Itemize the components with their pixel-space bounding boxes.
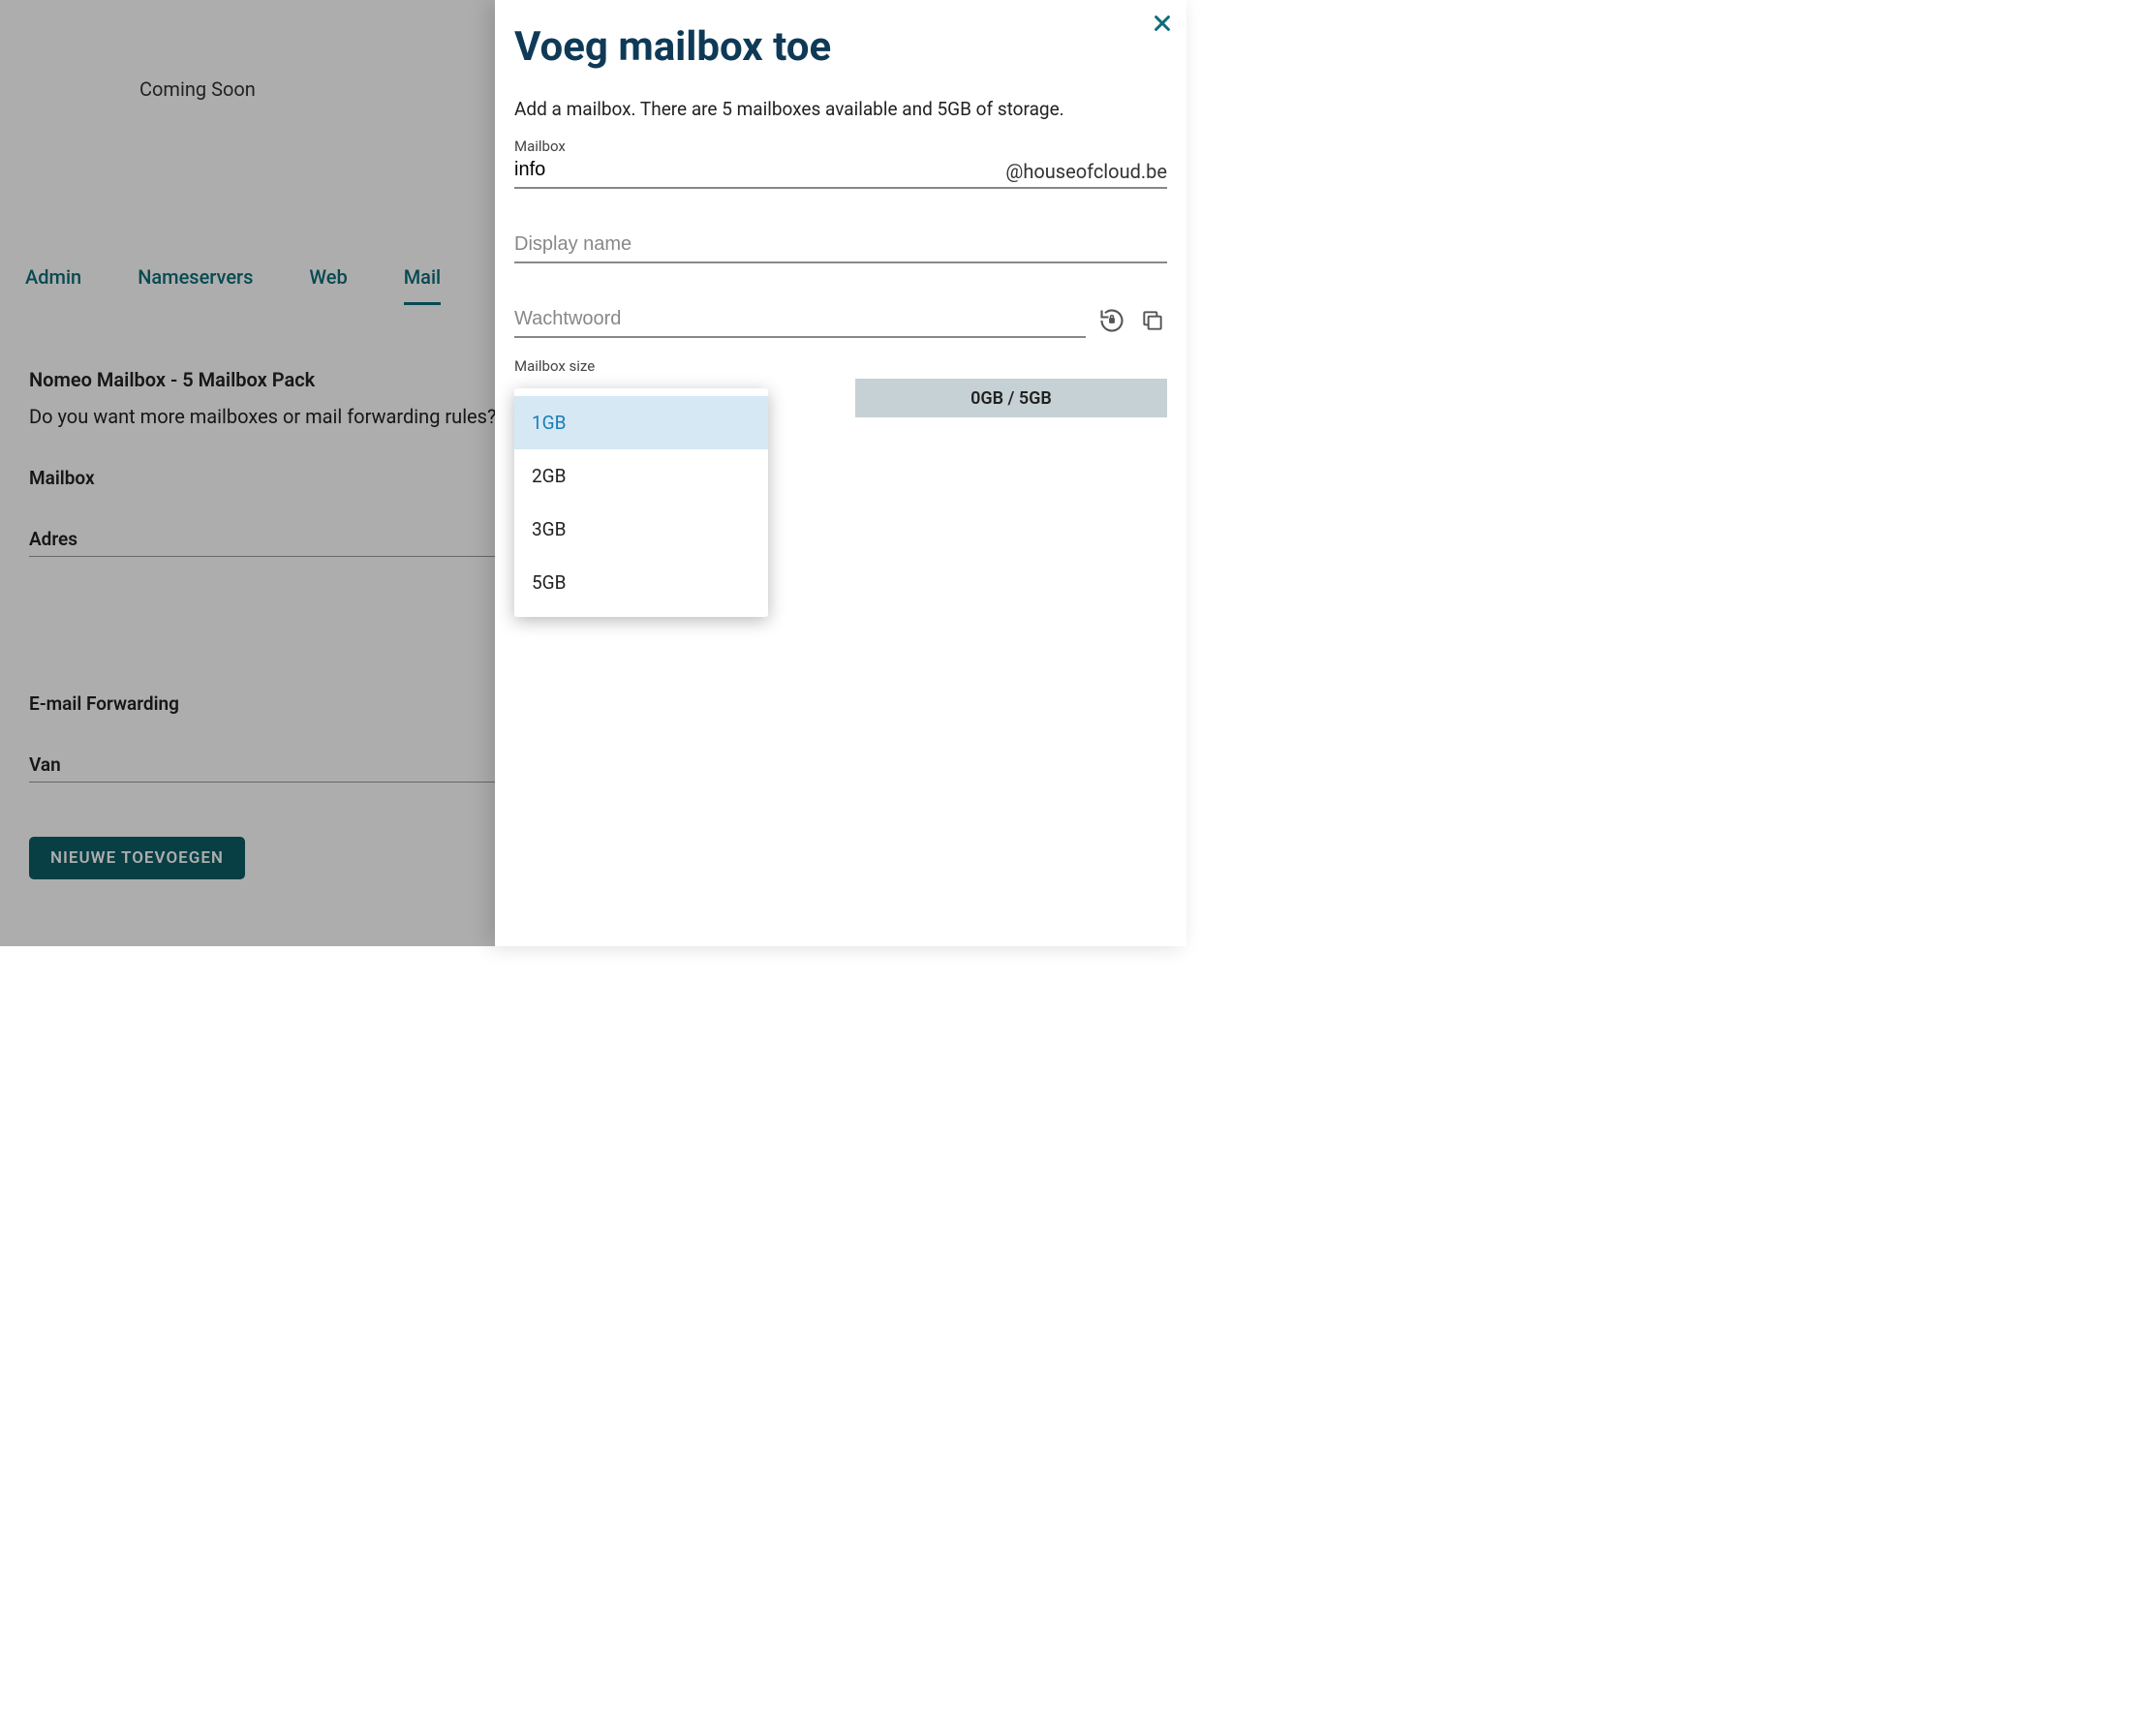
mailbox-size-label: Mailbox size — [514, 357, 1167, 375]
size-option-3gb[interactable]: 3GB — [514, 503, 768, 556]
storage-usage-badge: 0GB / 5GB — [855, 379, 1167, 417]
mailbox-size-dropdown: 1GB 2GB 3GB 5GB — [514, 388, 768, 617]
copy-password-icon[interactable] — [1138, 306, 1167, 335]
size-option-1gb[interactable]: 1GB — [514, 396, 768, 449]
regenerate-password-icon[interactable] — [1097, 306, 1126, 335]
size-option-5gb[interactable]: 5GB — [514, 556, 768, 609]
password-row — [514, 302, 1167, 338]
add-mailbox-panel: Voeg mailbox toe Add a mailbox. There ar… — [495, 0, 1186, 946]
mailbox-localpart-input[interactable] — [514, 157, 996, 183]
panel-title: Voeg mailbox toe — [514, 23, 1167, 71]
size-option-2gb[interactable]: 2GB — [514, 449, 768, 503]
password-input[interactable] — [514, 302, 1086, 338]
mailbox-input-row: @houseofcloud.be — [514, 157, 1167, 189]
display-name-input[interactable] — [514, 228, 1167, 263]
mailbox-size-row: 1GB 2GB 3GB 5GB 0GB / 5GB — [514, 379, 1167, 417]
mailbox-domain-suffix: @houseofcloud.be — [996, 160, 1167, 183]
mailbox-field-label: Mailbox — [514, 138, 1167, 155]
close-icon[interactable] — [1152, 12, 1173, 41]
panel-subtitle: Add a mailbox. There are 5 mailboxes ava… — [514, 98, 1167, 120]
